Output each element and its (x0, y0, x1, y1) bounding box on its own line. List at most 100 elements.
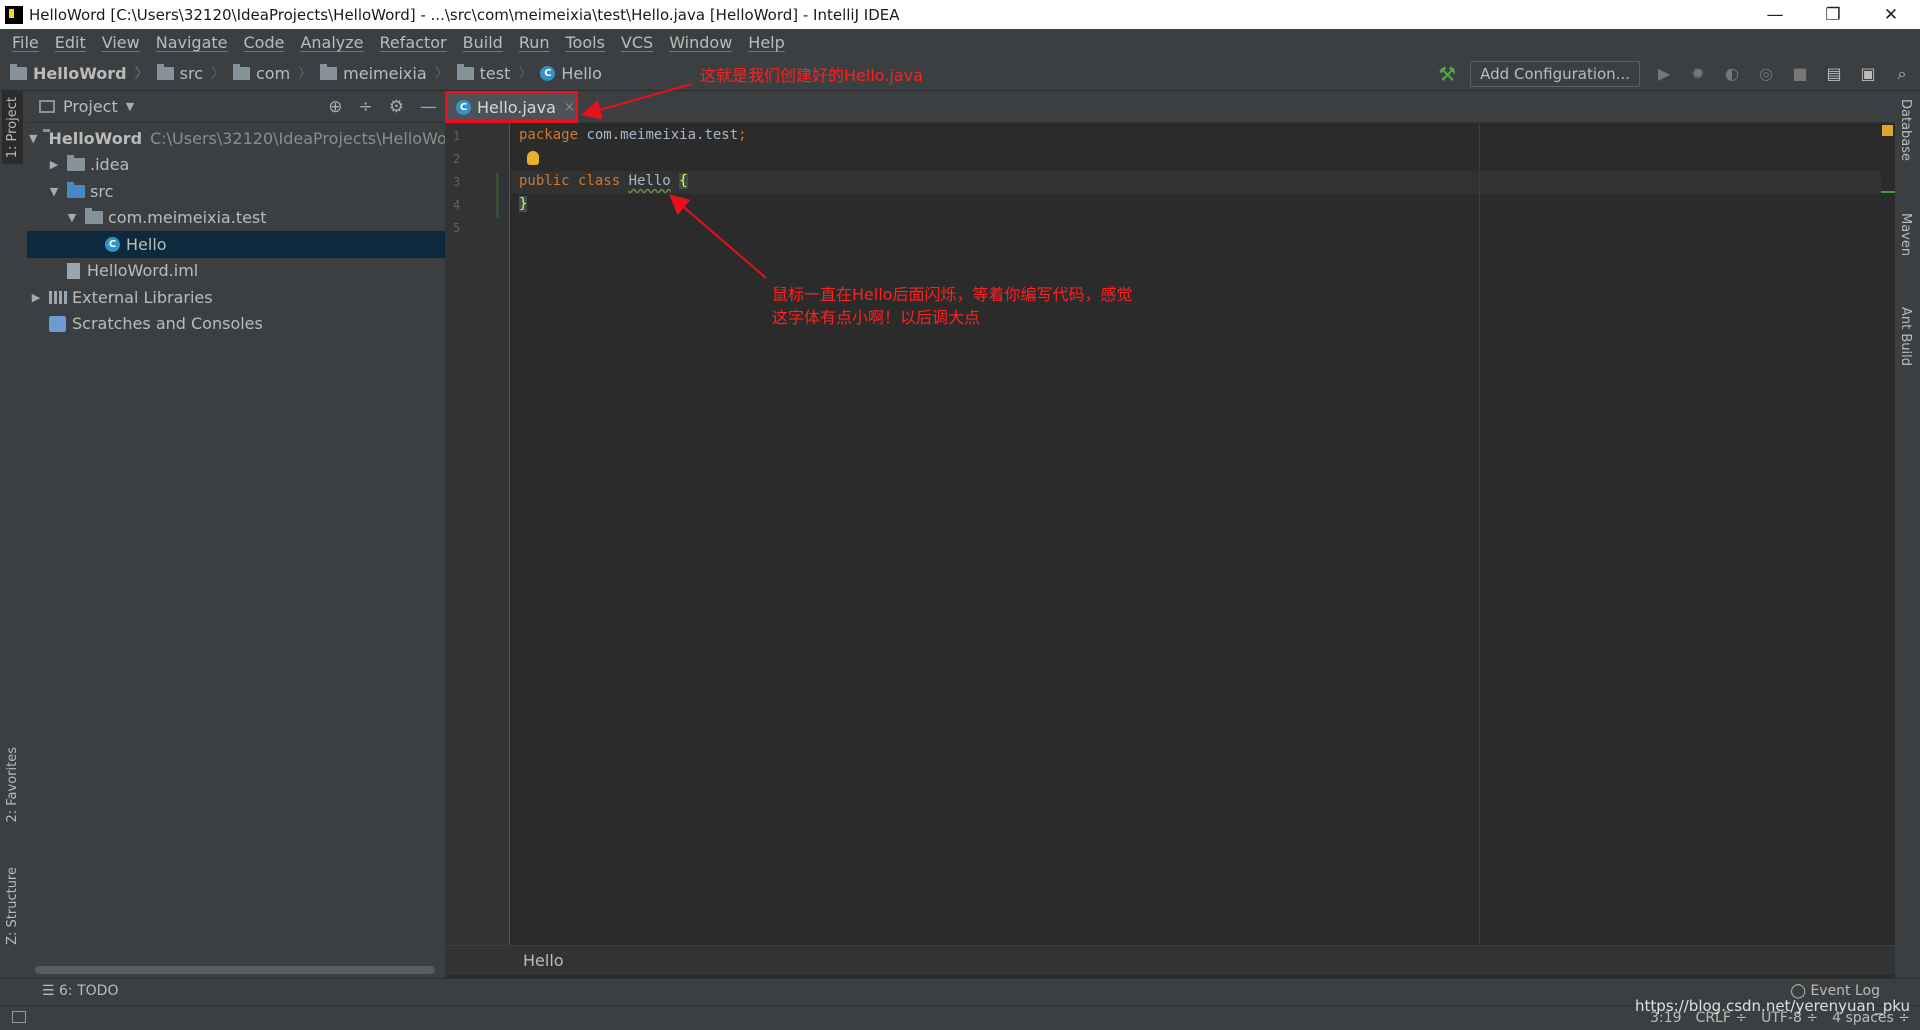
menu-tools[interactable]: Tools (558, 33, 613, 52)
hide-icon[interactable]: — (420, 97, 437, 117)
menu-edit[interactable]: Edit (47, 33, 94, 52)
breadcrumb-separator: 〉 (298, 66, 313, 82)
collapse-all-icon[interactable]: ÷ (359, 97, 373, 117)
code-line-3: public class Hello { (519, 173, 688, 189)
warning-indicator-icon[interactable] (1882, 125, 1893, 136)
tree-item-idea[interactable]: ▶ .idea (27, 152, 445, 179)
horizontal-scrollbar[interactable] (35, 966, 435, 974)
line-number: 4 (453, 198, 461, 212)
breadcrumb-label: com (255, 63, 291, 83)
editor-tab-hello-java[interactable]: C Hello.java × (445, 91, 578, 123)
lightbulb-icon[interactable] (527, 151, 539, 165)
expand-arrow-icon[interactable]: ▼ (29, 132, 37, 145)
code-editor[interactable]: 1 2 3 4 5 package com.meimeixia.test; pu… (445, 123, 1895, 945)
menu-code[interactable]: Code (236, 33, 293, 52)
tab-database[interactable]: Database (1898, 99, 1913, 161)
line-number: 5 (453, 221, 461, 235)
error-stripe[interactable] (1881, 123, 1895, 945)
package-name: com.meimeixia.test (578, 127, 739, 143)
tab-ant-build[interactable]: Ant Build (1898, 307, 1913, 366)
stop-icon[interactable]: ■ (1790, 64, 1810, 83)
status-bar: 3:19 CRLF ÷ UTF-8 ÷ 4 spaces ÷ (0, 1005, 1920, 1030)
tree-item-scratches[interactable]: Scratches and Consoles (27, 311, 445, 338)
chevron-down-icon[interactable]: ▼ (126, 100, 134, 113)
menu-help[interactable]: Help (740, 33, 792, 52)
collapse-arrow-icon[interactable]: ▶ (47, 158, 61, 171)
gear-icon[interactable]: ⚙ (389, 97, 404, 117)
tree-item-path: C:\Users\32120\IdeaProjects\HelloWor (150, 128, 454, 148)
line-number-gutter: 1 2 3 4 5 (445, 123, 510, 945)
project-panel-header: Project ▼ ⊕ ÷ ⚙ — (27, 91, 445, 123)
window-title: HelloWord [C:\Users\32120\IdeaProjects\H… (29, 5, 900, 24)
menu-view[interactable]: View (94, 33, 148, 52)
debug-icon[interactable]: ✹ (1688, 64, 1708, 83)
locate-icon[interactable]: ⊕ (328, 97, 342, 117)
breadcrumb-label: test (479, 63, 511, 83)
tree-item-root[interactable]: ▼ HelloWord C:\Users\32120\IdeaProjects\… (27, 125, 453, 152)
expand-arrow-icon[interactable]: ▼ (47, 185, 61, 198)
menu-navigate[interactable]: Navigate (148, 33, 236, 52)
close-icon[interactable]: × (564, 100, 575, 115)
tree-item-package[interactable]: ▼ com.meimeixia.test (27, 205, 445, 232)
line-number: 3 (453, 175, 461, 189)
minimize-button[interactable]: — (1746, 5, 1804, 25)
breadcrumb-label: meimeixia (343, 63, 427, 83)
breadcrumb-test[interactable]: test 〉 (456, 63, 541, 83)
add-configuration-button[interactable]: Add Configuration... (1470, 60, 1640, 87)
profile-icon[interactable]: ◎ (1756, 64, 1776, 83)
line-number: 2 (453, 152, 461, 166)
module-file-icon (67, 262, 80, 279)
library-icon (49, 290, 67, 304)
breadcrumb-meimeixia[interactable]: meimeixia 〉 (320, 63, 456, 83)
menu-analyze[interactable]: Analyze (292, 33, 371, 52)
tree-item-label: HelloWord (48, 128, 143, 148)
tab-structure[interactable]: Z: Structure (2, 861, 23, 951)
tree-item-label: External Libraries (72, 287, 213, 307)
menu-build[interactable]: Build (455, 33, 511, 52)
project-view-selector[interactable]: Project (63, 97, 118, 116)
java-class-icon: C (105, 236, 120, 252)
menu-run[interactable]: Run (511, 33, 558, 52)
restore-button[interactable]: ❐ (1804, 5, 1862, 25)
tree-item-hello[interactable]: C Hello (27, 231, 445, 258)
tool-windows-toggle-icon[interactable] (12, 1011, 26, 1023)
tab-favorites[interactable]: 2: Favorites (2, 741, 23, 829)
build-hammer-icon[interactable]: ⚒ (1438, 62, 1456, 86)
breadcrumb-src[interactable]: src 〉 (156, 63, 233, 83)
open-brace: { (679, 173, 688, 189)
tree-item-src[interactable]: ▼ src (27, 178, 445, 205)
tree-item-iml[interactable]: HelloWord.iml (27, 258, 445, 285)
breadcrumb-project[interactable]: HelloWord 〉 (10, 63, 157, 83)
coverage-icon[interactable]: ◐ (1722, 64, 1742, 83)
right-margin-guide (1479, 123, 1480, 945)
close-button[interactable]: ✕ (1862, 5, 1920, 25)
menu-file[interactable]: File (4, 33, 47, 52)
tab-project[interactable]: 1: Project (2, 91, 23, 165)
annotation-tab-note: 这就是我们创建好的Hello.java (700, 66, 923, 85)
class-name: Hello (628, 173, 671, 189)
breadcrumb-separator: 〉 (434, 66, 449, 82)
editor-breadcrumb[interactable]: Hello (523, 951, 564, 970)
tab-maven[interactable]: Maven (1898, 213, 1913, 256)
breadcrumb-separator: 〉 (134, 66, 149, 82)
project-structure-icon[interactable]: ▤ (1824, 64, 1844, 83)
layout-icon[interactable]: ▣ (1858, 64, 1878, 83)
tree-item-external-libraries[interactable]: ▶ External Libraries (27, 284, 445, 311)
menu-vcs[interactable]: VCS (613, 33, 661, 52)
editor-breadcrumb-bar: Hello (445, 945, 1895, 975)
menu-window[interactable]: Window (661, 33, 740, 52)
breadcrumb-separator: 〉 (518, 66, 533, 82)
tab-todo[interactable]: ☰ 6: TODO (42, 983, 118, 999)
run-icon[interactable]: ▶ (1654, 64, 1674, 83)
menu-refactor[interactable]: Refactor (372, 33, 455, 52)
breadcrumb-hello[interactable]: C Hello (540, 64, 602, 83)
expand-arrow-icon[interactable]: ▼ (65, 211, 79, 224)
search-icon[interactable]: ⌕ (1892, 64, 1912, 84)
change-stripe-mark (1881, 191, 1895, 193)
breadcrumb-separator: 〉 (210, 66, 225, 82)
line-number: 1 (453, 129, 461, 143)
collapse-arrow-icon[interactable]: ▶ (29, 291, 43, 304)
keyword-package: package (519, 127, 579, 143)
breadcrumb-com[interactable]: com 〉 (232, 63, 320, 83)
tree-item-label: HelloWord.iml (87, 261, 199, 281)
